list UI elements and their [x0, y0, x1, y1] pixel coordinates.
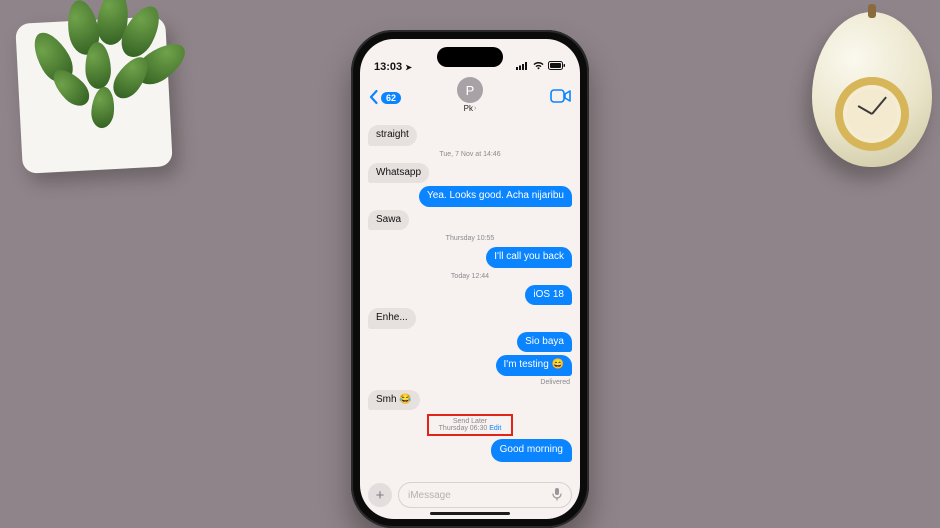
message-out[interactable]: Yea. Looks good. Acha nijaribu: [368, 186, 572, 207]
bubble-text: Good morning: [491, 439, 572, 462]
bubble-text: Whatsapp: [368, 163, 429, 184]
bubble-text: Smh 😂: [368, 390, 420, 411]
message-in[interactable]: Whatsapp: [368, 163, 572, 184]
message-in[interactable]: straight: [368, 125, 572, 146]
conversation-header: 62 P Pk ›: [360, 75, 580, 122]
contact-name: Pk: [464, 104, 473, 113]
send-later-subtitle: Thursday 06:30 Edit: [439, 425, 502, 432]
send-later-title: Send Later: [439, 418, 502, 425]
message-in[interactable]: Smh 😂: [368, 390, 572, 411]
message-in[interactable]: Enhe...: [368, 308, 572, 329]
bubble-text: Sio baya: [517, 332, 572, 353]
timestamp: Tue, 7 Nov at 14:46: [368, 151, 572, 158]
timestamp: Thursday 10:55: [368, 235, 572, 242]
facetime-button[interactable]: [550, 89, 572, 108]
chevron-left-icon: [368, 89, 380, 108]
bubble-text: straight: [368, 125, 417, 146]
plus-button[interactable]: +: [368, 483, 392, 507]
plus-icon: +: [376, 487, 385, 504]
chevron-right-icon: ›: [474, 105, 476, 112]
timestamp: Today 12:44: [368, 273, 572, 280]
home-indicator[interactable]: [430, 512, 510, 515]
screen: 13:03 ➤ 62: [360, 39, 580, 519]
mic-icon[interactable]: [552, 487, 562, 504]
unread-badge: 62: [381, 92, 401, 104]
egg-clock-prop: [812, 12, 932, 167]
message-list[interactable]: straight Tue, 7 Nov at 14:46 Whatsapp Ye…: [360, 122, 580, 475]
bubble-text: Enhe...: [368, 308, 416, 329]
contact-name-row: Pk ›: [457, 104, 483, 113]
message-scheduled[interactable]: Good morning: [368, 439, 572, 462]
message-out[interactable]: I'm testing 😄: [368, 355, 572, 376]
message-out[interactable]: I'll call you back: [368, 247, 572, 268]
status-time: 13:03: [374, 61, 402, 73]
dynamic-island: [437, 47, 503, 67]
cellular-icon: [516, 61, 529, 73]
bubble-text: I'm testing 😄: [496, 355, 573, 376]
bubble-text: I'll call you back: [486, 247, 572, 268]
back-button[interactable]: 62: [368, 89, 401, 108]
message-input[interactable]: iMessage: [398, 482, 572, 508]
delivered-label: Delivered: [368, 379, 570, 386]
message-out[interactable]: iOS 18: [368, 285, 572, 306]
battery-icon: [548, 61, 566, 73]
bubble-text: iOS 18: [525, 285, 572, 306]
contact-button[interactable]: P Pk ›: [457, 77, 483, 113]
wifi-icon: [532, 61, 545, 73]
bubble-text: Sawa: [368, 210, 409, 231]
location-icon: ➤: [405, 63, 412, 72]
send-later-box[interactable]: Send Later Thursday 06:30 Edit: [427, 414, 514, 436]
iphone-frame: 13:03 ➤ 62: [351, 30, 589, 528]
bubble-text: Yea. Looks good. Acha nijaribu: [419, 186, 572, 207]
avatar: P: [457, 77, 483, 103]
status-left: 13:03 ➤: [374, 61, 412, 73]
message-placeholder: iMessage: [408, 490, 451, 501]
send-later-edit[interactable]: Edit: [489, 425, 501, 432]
send-later-time: Thursday 06:30: [439, 425, 488, 432]
status-right: [516, 61, 566, 73]
send-later-annotation: Send Later Thursday 06:30 Edit: [368, 414, 572, 436]
avatar-initial: P: [466, 83, 475, 98]
plant-prop: [0, 0, 220, 220]
message-out[interactable]: Sio baya: [368, 332, 572, 353]
message-in[interactable]: Sawa: [368, 210, 572, 231]
